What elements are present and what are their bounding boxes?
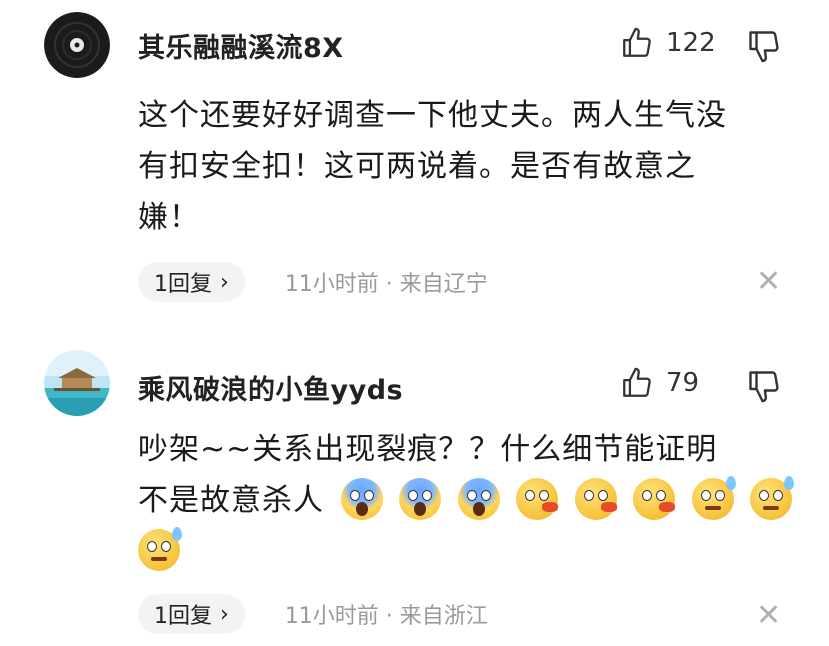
comment-text-line [138, 526, 808, 577]
scream-emoji-icon [457, 478, 500, 520]
like-count: 122 [666, 28, 716, 58]
thumbs-up-icon [623, 27, 651, 57]
beach-hut-avatar-icon [44, 350, 110, 416]
comment-time: 11小时前 · 来自浙江 [284, 604, 488, 629]
blow-fire-emoji-icon [574, 478, 617, 520]
like-button[interactable]: 79 [620, 366, 699, 400]
comment-meta: 1回复 › 11小时前 · 来自浙江 [138, 594, 488, 634]
close-icon[interactable]: ✕ [756, 264, 781, 299]
vinyl-record-icon [44, 12, 110, 78]
thumbs-down-icon [749, 371, 779, 403]
thumbs-down-icon [749, 31, 779, 63]
scream-emoji-icon [399, 478, 442, 520]
comment-text-line: 有扣安全扣！这可两说着。是否有故意之 [138, 149, 696, 184]
comment-text: 这个还要好好调查一下他丈夫。两人生气没 有扣安全扣！这可两说着。是否有故意之 嫌… [138, 90, 808, 243]
comment-text-line: 吵架~~关系出现裂痕？？什么细节能证明 [138, 432, 718, 467]
blow-fire-emoji-icon [516, 478, 559, 520]
username[interactable]: 其乐融融溪流8X [138, 26, 344, 65]
comment-time: 11小时前 · 来自辽宁 [284, 272, 488, 297]
sweat-smirk-emoji-icon [691, 476, 736, 520]
sweat-smirk-emoji-icon [138, 527, 182, 571]
comment-item: 其乐融融溪流8X 122 这个还要好好调查一下他丈夫。两人生气没 有扣安全扣！这… [0, 0, 829, 320]
chevron-right-icon: › [220, 601, 229, 627]
comment-text-line: 不是故意杀人 [138, 475, 808, 526]
replies-button[interactable]: 1回复 › [138, 262, 245, 302]
replies-button[interactable]: 1回复 › [138, 594, 245, 634]
comment-text-line: 嫌！ [138, 200, 200, 235]
avatar[interactable] [44, 350, 110, 416]
chevron-right-icon: › [220, 269, 229, 295]
dislike-button[interactable] [746, 28, 782, 68]
scream-emoji-icon [340, 478, 383, 520]
comment-text: 吵架~~关系出现裂痕？？什么细节能证明 不是故意杀人 [138, 424, 808, 577]
comment-text-fragment: 不是故意杀人 [138, 483, 324, 518]
avatar[interactable] [44, 12, 110, 78]
sweat-smirk-emoji-icon [750, 476, 795, 520]
close-icon[interactable]: ✕ [756, 598, 781, 633]
like-button[interactable]: 122 [620, 26, 716, 60]
comment-text-line: 这个还要好好调查一下他丈夫。两人生气没 [138, 98, 727, 133]
replies-label: 1回复 [154, 604, 212, 629]
comment-item: 乘风破浪的小鱼yyds 79 吵架~~关系出现裂痕？？什么细节能证明 不是故意杀… [0, 330, 829, 646]
username[interactable]: 乘风破浪的小鱼yyds [138, 368, 403, 407]
replies-label: 1回复 [154, 272, 212, 297]
comment-meta: 1回复 › 11小时前 · 来自辽宁 [138, 262, 488, 302]
blow-fire-emoji-icon [633, 478, 676, 520]
thumbs-up-icon [623, 367, 651, 397]
dislike-button[interactable] [746, 368, 782, 408]
like-count: 79 [666, 368, 700, 398]
